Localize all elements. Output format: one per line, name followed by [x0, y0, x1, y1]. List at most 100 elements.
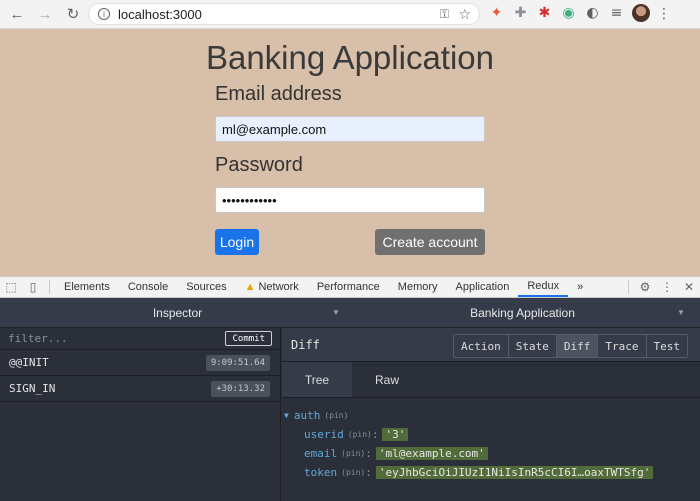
browser-toolbar: ← → ↻ i localhost:3000 ⚿ ☆ ✦ ✚ ✱ ◉ ◐ ≡ ⋮: [0, 0, 700, 29]
tree-value: 'eyJhbGciOiJIUzI1NiIsInR5cCI6I…oaxTWTSfg…: [375, 466, 654, 479]
inspector-selector[interactable]: Inspector: [0, 306, 355, 320]
action-item[interactable]: @@INIT 9:09:51.64: [0, 350, 280, 376]
filter-input[interactable]: filter...: [8, 332, 68, 345]
tree-entry: email (pin):'ml@example.com': [282, 444, 700, 463]
action-name: SIGN_IN: [9, 382, 56, 395]
tree-root-key: auth: [293, 409, 321, 422]
ext-red-tool-icon[interactable]: ✱: [536, 5, 553, 22]
tab-label: Redux: [527, 280, 560, 292]
email-field[interactable]: [215, 116, 485, 142]
tree-entry: token (pin):'eyJhbGciOiJIUzI1NiIsInR5cCI6…: [282, 463, 700, 482]
tree-value: '3': [382, 428, 409, 441]
tab-application[interactable]: Application: [447, 277, 519, 297]
action-time-badge: +30:13.32: [211, 380, 270, 397]
tree-value: 'ml@example.com': [375, 447, 488, 460]
monitor-state-button[interactable]: State: [508, 335, 557, 357]
devtools-divider: [49, 280, 50, 294]
view-tab-raw[interactable]: Raw: [352, 362, 422, 397]
ext-rocket-icon[interactable]: ✦: [488, 5, 505, 22]
devtools-tab-bar: ⬚ ▯ Elements Console Sources ▲ Network Perfor…: [0, 276, 700, 298]
tab-performance[interactable]: Performance: [308, 277, 389, 297]
device-toolbar-icon[interactable]: ▯: [22, 277, 44, 297]
tab-label: Application: [455, 281, 510, 293]
tab-label: Elements: [64, 281, 110, 293]
devtools-actions: ⚙ ⋮ ✕: [623, 277, 700, 297]
redux-devtools-panel: Inspector ▼ Banking Application ▼ filter…: [0, 298, 700, 501]
tree-entries: userid (pin): '3' email (pin):'ml@example.co…: [282, 425, 700, 482]
reload-icon[interactable]: ↻: [62, 3, 84, 25]
create-account-button[interactable]: Create account: [375, 229, 485, 255]
tree-key: token: [304, 466, 338, 479]
tab-sources[interactable]: Sources: [177, 277, 235, 297]
settings-gear-icon[interactable]: ⚙: [634, 277, 656, 297]
action-time-badge: 9:09:51.64: [205, 354, 270, 371]
monitor-action-button[interactable]: Action: [454, 335, 509, 357]
page-title: Banking Application: [205, 39, 495, 76]
forward-arrow-icon[interactable]: →: [34, 3, 56, 25]
instance-selector[interactable]: Banking Application: [355, 306, 690, 320]
app-page: Banking Application Email address Passwo…: [0, 29, 700, 276]
password-field[interactable]: [215, 187, 485, 213]
view-tabs: Tree Raw: [282, 362, 700, 398]
tab-redux[interactable]: Redux: [518, 277, 569, 297]
tree-entry: userid (pin): '3': [282, 425, 700, 444]
action-name: @@INIT: [9, 356, 49, 369]
browser-menu-icon[interactable]: ⋮: [657, 5, 671, 22]
monitor-diff-button[interactable]: Diff: [556, 335, 599, 357]
key-icon[interactable]: ⚿: [440, 7, 449, 22]
ext-puzzle-icon[interactable]: ✚: [512, 5, 529, 22]
profile-avatar[interactable]: [632, 4, 650, 22]
close-icon[interactable]: ✕: [678, 277, 700, 297]
tab-label: Sources: [186, 281, 227, 293]
devtools-divider: [628, 280, 629, 294]
login-button[interactable]: Login: [215, 229, 259, 255]
action-list: @@INIT 9:09:51.64 SIGN_IN +30:13.32: [0, 350, 280, 402]
ext-media-icon[interactable]: ≡: [608, 5, 625, 22]
devtools-menu-icon[interactable]: ⋮: [656, 277, 678, 297]
view-tab-tree[interactable]: Tree: [282, 362, 352, 397]
devtools-tabs: Elements Console Sources ▲ Network Performanc…: [55, 277, 569, 297]
extension-icons: ✦ ✚ ✱ ◉ ◐ ≡ ⋮: [488, 4, 671, 22]
diff-pane: Diff Action State Diff Trace Test Tree Raw ▼ …: [282, 328, 700, 501]
diff-tree: ▼ auth (pin) userid (pin): '3' email (pin): '…: [282, 398, 700, 482]
tab-console[interactable]: Console: [119, 277, 177, 297]
commit-button[interactable]: Commit: [225, 331, 272, 346]
tree-pin[interactable]: (pin): [341, 449, 365, 458]
tree-key: email: [304, 447, 338, 460]
tree-colon: :: [371, 428, 379, 441]
warning-icon: ▲: [244, 281, 256, 293]
inspect-element-icon[interactable]: ⬚: [0, 277, 22, 297]
filter-row: filter... Commit: [0, 328, 280, 350]
diff-title: Diff: [291, 337, 320, 352]
ext-green-circle-icon[interactable]: ◉: [560, 5, 577, 22]
tree-pin[interactable]: (pin): [341, 468, 365, 477]
monitor-test-button[interactable]: Test: [646, 335, 687, 357]
redux-header: Inspector ▼ Banking Application ▼: [0, 298, 700, 328]
monitor-trace-button[interactable]: Trace: [598, 335, 647, 357]
chevron-down-icon[interactable]: ▼: [677, 308, 685, 317]
expand-arrow-icon[interactable]: ▼: [284, 411, 289, 420]
tree-root-row[interactable]: ▼ auth (pin): [282, 406, 700, 425]
address-bar[interactable]: i localhost:3000 ⚿ ☆: [88, 3, 480, 25]
address-url[interactable]: localhost:3000: [118, 7, 202, 22]
tree-pin[interactable]: (pin): [348, 430, 372, 439]
tree-key: userid: [304, 428, 344, 441]
devtools-more-tabs[interactable]: »: [568, 277, 592, 297]
chevron-down-icon[interactable]: ▼: [332, 308, 340, 317]
tab-label: Network: [258, 281, 299, 293]
tree-colon: :: [365, 466, 372, 479]
tab-label: Performance: [316, 281, 380, 293]
tree-pin[interactable]: (pin): [324, 411, 348, 420]
tab-label: Console: [127, 281, 169, 293]
bookmark-star-icon[interactable]: ☆: [458, 6, 471, 23]
action-item[interactable]: SIGN_IN +30:13.32: [0, 376, 280, 402]
ext-devtools-icon[interactable]: ◐: [584, 5, 601, 22]
diff-toolbar: Diff Action State Diff Trace Test: [282, 328, 700, 362]
site-info-icon[interactable]: i: [98, 8, 110, 20]
tab-network[interactable]: ▲ Network: [236, 277, 308, 297]
back-arrow-icon[interactable]: ←: [6, 3, 28, 25]
tree-colon: :: [365, 447, 372, 460]
tab-memory[interactable]: Memory: [389, 277, 447, 297]
tab-elements[interactable]: Elements: [55, 277, 119, 297]
monitor-buttons: Action State Diff Trace Test: [453, 334, 688, 358]
